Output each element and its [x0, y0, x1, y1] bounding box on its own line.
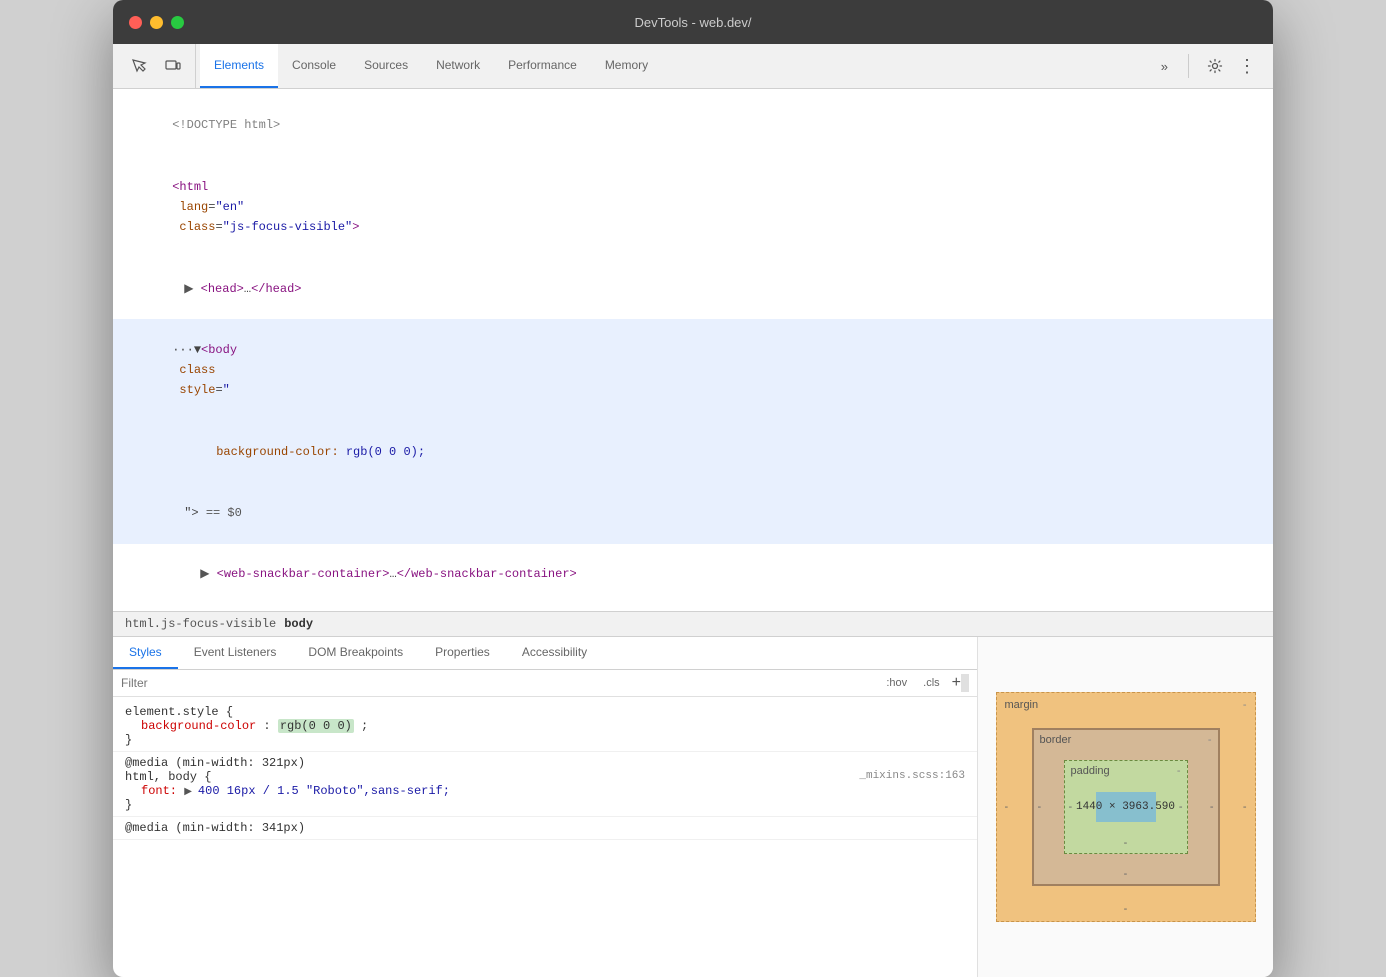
styles-left-panel: Styles Event Listeners DOM Breakpoints P… — [113, 637, 978, 977]
sub-tab-event-listeners[interactable]: Event Listeners — [178, 637, 293, 669]
content-size: 1440 × 3963.590 — [1076, 801, 1175, 813]
element-picker-icon[interactable] — [125, 52, 153, 80]
sub-tab-properties[interactable]: Properties — [419, 637, 506, 669]
margin-right: - — [1243, 801, 1247, 813]
border-label: border — [1040, 734, 1072, 746]
css-rules-list: element.style { background-color : rgb(0… — [113, 697, 977, 844]
filter-buttons: :hov .cls + — [882, 675, 961, 691]
css-property-font: font: ▶ 400 16px / 1.5 "Roboto",sans-ser… — [125, 784, 965, 798]
minimize-button[interactable] — [150, 16, 163, 29]
css-rule-element-style: element.style { background-color : rgb(0… — [113, 701, 977, 752]
sub-tab-dom-breakpoints[interactable]: DOM Breakpoints — [292, 637, 419, 669]
css-rule-close: } — [125, 733, 965, 747]
css-rule-partial: @media (min-width: 341px) — [113, 817, 977, 840]
dom-line-doctype: <!DOCTYPE html> — [113, 95, 1273, 156]
filter-scrollbar[interactable] — [961, 674, 969, 692]
margin-bottom: - — [1124, 903, 1128, 915]
settings-icon[interactable] — [1201, 52, 1229, 80]
padding-right: - — [1179, 801, 1183, 813]
content-box: 1440 × 3963.590 — [1096, 792, 1156, 822]
main-tab-bar: Elements Console Sources Network Perform… — [113, 44, 1273, 89]
more-tabs-button[interactable]: » — [1153, 55, 1176, 78]
css-rule-selector: element.style { — [125, 705, 965, 719]
tab-sources[interactable]: Sources — [350, 44, 422, 88]
margin-left: - — [1005, 801, 1009, 813]
padding-dash: - — [1177, 765, 1181, 777]
device-toolbar-icon[interactable] — [159, 52, 187, 80]
margin-dash: - — [1243, 699, 1247, 711]
css-rule-media-close: } — [125, 798, 965, 812]
border-right: - — [1210, 801, 1214, 813]
padding-left: - — [1069, 801, 1073, 813]
box-model-panel: margin - - - - border - - - - pad — [978, 637, 1273, 977]
css-property-bgcolor: background-color : rgb(0 0 0) ; — [125, 719, 965, 733]
devtools-window: DevTools - web.dev/ Elements Console So — [113, 0, 1273, 977]
sub-tab-styles[interactable]: Styles — [113, 637, 178, 669]
traffic-lights — [129, 16, 184, 29]
dom-tree: <!DOCTYPE html> <html lang="en" class="j… — [113, 89, 1273, 611]
tab-performance[interactable]: Performance — [494, 44, 591, 88]
breadcrumb-body[interactable]: body — [284, 617, 313, 631]
hov-filter-button[interactable]: :hov — [882, 675, 911, 691]
padding-bottom: - — [1124, 837, 1128, 849]
tab-bar-right: » ⋮ — [1153, 44, 1269, 88]
dom-line-bgcolor: background-color: rgb(0 0 0); — [113, 421, 1273, 482]
window-title: DevTools - web.dev/ — [634, 15, 751, 30]
dom-line-body[interactable]: ···▼<body class style=" — [113, 319, 1273, 421]
dom-line-body-end: "> == $0 — [113, 482, 1273, 543]
tab-memory[interactable]: Memory — [591, 44, 662, 88]
tab-network[interactable]: Network — [422, 44, 494, 88]
margin-label: margin — [1005, 699, 1039, 711]
more-options-icon[interactable]: ⋮ — [1233, 52, 1261, 80]
breadcrumb: html.js-focus-visible body — [113, 611, 1273, 637]
dom-line-html[interactable]: <html lang="en" class="js-focus-visible"… — [113, 156, 1273, 258]
css-at-rule: @media (min-width: 321px) — [125, 756, 965, 770]
dom-line-head[interactable]: ▶ <head>…</head> — [113, 258, 1273, 319]
close-button[interactable] — [129, 16, 142, 29]
cls-filter-button[interactable]: .cls — [919, 675, 944, 691]
tab-console[interactable]: Console — [278, 44, 350, 88]
dom-line-snackbar[interactable]: ▶ <web-snackbar-container>…</web-snackba… — [113, 544, 1273, 605]
toolbar-icons — [117, 44, 196, 88]
title-bar: DevTools - web.dev/ — [113, 0, 1273, 44]
css-rule-media: @media (min-width: 321px) html, body { _… — [113, 752, 977, 817]
border-dash: - — [1208, 734, 1212, 746]
add-style-rule-button[interactable]: + — [952, 675, 961, 691]
padding-label: padding — [1071, 765, 1110, 777]
css-rule-html-body: html, body { _mixins.scss:163 — [125, 770, 965, 784]
sub-tab-bar: Styles Event Listeners DOM Breakpoints P… — [113, 637, 977, 670]
tab-elements[interactable]: Elements — [200, 44, 278, 88]
filter-input[interactable] — [121, 676, 874, 690]
breadcrumb-html[interactable]: html.js-focus-visible — [125, 617, 276, 631]
border-bottom: - — [1124, 868, 1128, 880]
filter-bar: :hov .cls + — [113, 670, 977, 697]
box-model-diagram: margin - - - - border - - - - pad — [996, 692, 1256, 922]
sub-tab-accessibility[interactable]: Accessibility — [506, 637, 603, 669]
separator — [1188, 54, 1189, 78]
border-left: - — [1038, 801, 1042, 813]
styles-panel: Styles Event Listeners DOM Breakpoints P… — [113, 637, 1273, 977]
maximize-button[interactable] — [171, 16, 184, 29]
